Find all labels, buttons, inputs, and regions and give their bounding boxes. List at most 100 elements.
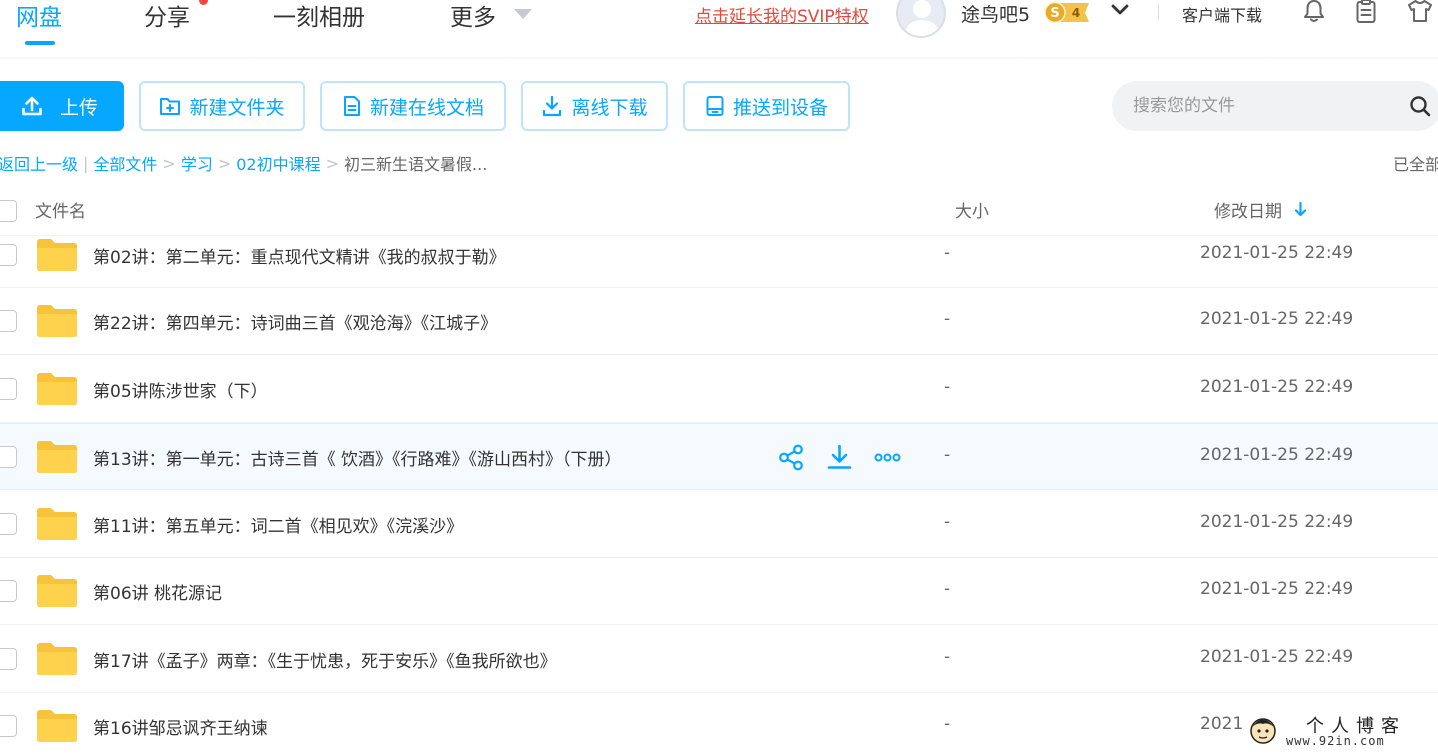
device-icon [706,96,724,116]
folder-icon [37,441,77,474]
file-row[interactable]: 第16讲邹忌讽齐王纳谏 - 2021 [0,693,1438,754]
upload-label: 上传 [59,96,98,119]
share-notification-dot [199,0,208,5]
breadcrumb-divider: | [83,153,89,173]
folder-icon [37,642,77,675]
header-size[interactable]: 大小 [955,197,989,222]
share-icon[interactable] [778,444,805,471]
file-name[interactable]: 第06讲 桃花源记 [93,579,222,604]
breadcrumb-separator: > [217,153,232,173]
nav-tab-album[interactable]: 一刻相册 [273,0,365,32]
folder-icon [37,372,77,405]
file-size: - [944,646,951,667]
row-checkbox[interactable] [0,446,17,469]
file-row[interactable]: 第11讲：第五单元：词二首《相见欢》《浣溪沙》 - 2021-01-25 22:… [0,490,1438,558]
vip-badge-letter: S [1050,6,1059,21]
upload-button[interactable]: 上传 [0,81,124,131]
file-size: - [944,376,951,397]
file-row[interactable]: 第22讲：第四单元：诗词曲三首《观沧海》《江城子》 - 2021-01-25 2… [0,288,1438,355]
file-name[interactable]: 第16讲邹忌讽齐王纳谏 [93,714,268,739]
folder-plus-icon [160,98,181,115]
file-size: - [944,242,951,263]
header-filename[interactable]: 文件名 [35,197,86,222]
new-folder-label: 新建文件夹 [189,96,285,119]
breadcrumb-all-files[interactable]: 全部文件 [93,151,157,175]
file-row[interactable]: 第05讲陈涉世家（下） - 2021-01-25 22:49 [0,355,1438,423]
row-checkbox[interactable] [0,377,17,400]
download-icon[interactable] [826,444,853,471]
avatar[interactable] [896,0,946,38]
select-all-checkbox[interactable] [0,200,17,222]
caret-down-icon[interactable] [514,9,532,19]
nav-tab-more[interactable]: 更多 [450,0,496,32]
svip-renew-link[interactable]: 点击延长我的SVIP特权 [695,2,869,27]
vip-badge-icon[interactable]: S 4 [1043,1,1093,24]
row-checkbox[interactable] [0,512,17,535]
breadcrumb: 返回上一级 | 全部文件 > 学习 > 02初中课程 > 初三新生语文暑假... [0,151,487,175]
row-checkbox[interactable] [0,647,17,670]
offline-download-button[interactable]: 离线下载 [521,81,668,131]
loaded-status: 已全部 [1393,155,1438,174]
row-actions [778,444,901,471]
tshirt-icon[interactable] [1407,0,1433,24]
nav-divider [1158,4,1159,20]
file-modified-date: 2021-01-25 22:49 [1200,309,1354,330]
breadcrumb-study[interactable]: 学习 [181,151,213,175]
file-name[interactable]: 第17讲《孟子》两章：《生于忧患，死于安乐》《鱼我所欲也》 [93,647,557,672]
push-to-device-button[interactable]: 推送到设备 [683,81,850,131]
file-name[interactable]: 第05讲陈涉世家（下） [93,377,268,402]
file-size: - [944,445,951,466]
sort-arrow-down-icon[interactable] [1294,202,1307,217]
chevron-down-icon[interactable] [1110,2,1130,18]
file-row[interactable]: 第02讲：第二单元：重点现代文精讲《我的叔叔于勒》 - 2021-01-25 2… [0,237,1438,288]
file-modified-date: 2021-01-25 22:49 [1200,511,1354,532]
offline-download-label: 离线下载 [571,96,648,119]
file-size: - [944,309,951,330]
folder-icon [37,238,77,271]
more-icon[interactable] [874,444,901,471]
file-name[interactable]: 第22讲：第四单元：诗词曲三首《观沧海》《江城子》 [93,309,497,334]
folder-icon [37,575,77,608]
file-modified-date: 2021-01-25 22:49 [1200,445,1354,466]
breadcrumb-current: 初三新生语文暑假... [344,155,488,174]
new-online-doc-button[interactable]: 新建在线文档 [320,81,506,131]
header-modified[interactable]: 修改日期 [1214,197,1282,222]
nav-tab-netdisk[interactable]: 网盘 [16,0,62,32]
username[interactable]: 途鸟吧5 [961,0,1030,27]
file-modified-date: 2021-01-25 22:49 [1200,376,1354,397]
file-row[interactable]: 第06讲 桃花源记 - 2021-01-25 22:49 [0,558,1438,625]
file-modified-date: 2021-01-25 22:49 [1200,646,1354,667]
watermark-logo-icon [1250,718,1276,744]
breadcrumb-separator: > [162,153,176,173]
file-name[interactable]: 第11讲：第五单元：词二首《相见欢》《浣溪沙》 [93,512,463,537]
bell-icon[interactable] [1301,0,1327,24]
search-icon[interactable] [1408,94,1432,118]
download-icon [543,95,562,117]
search-box[interactable] [1112,81,1438,131]
file-size: - [944,579,951,600]
file-row[interactable]: 第17讲《孟子》两章：《生于忧患，死于安乐》《鱼我所欲也》 - 2021-01-… [0,625,1438,693]
breadcrumb-middle-school[interactable]: 02初中课程 [236,151,320,175]
search-input[interactable] [1133,96,1393,116]
upload-icon [22,96,42,116]
vip-level: 4 [1072,6,1080,20]
top-nav: 网盘 分享 一刻相册 更多 点击延长我的SVIP特权 途鸟吧5 S 4 客户端下… [0,0,1438,60]
row-checkbox[interactable] [0,243,17,266]
file-name[interactable]: 第02讲：第二单元：重点现代文精讲《我的叔叔于勒》 [93,243,506,268]
folder-icon [37,305,77,338]
file-row[interactable]: 第13讲：第一单元：古诗三首《 饮酒》《行路难》《游山西村》（下册） - 202… [0,422,1438,490]
file-modified-date: 2021-01-25 22:49 [1200,242,1354,263]
nav-tab-share[interactable]: 分享 [144,0,190,32]
new-folder-button[interactable]: 新建文件夹 [139,81,305,131]
row-checkbox[interactable] [0,310,17,333]
document-icon [343,96,360,116]
clipboard-icon[interactable] [1353,0,1379,24]
row-checkbox[interactable] [0,580,17,603]
file-name[interactable]: 第13讲：第一单元：古诗三首《 饮酒》《行路难》《游山西村》（下册） [93,445,622,470]
file-size: - [944,511,951,532]
client-download-link[interactable]: 客户端下载 [1182,2,1262,26]
row-checkbox[interactable] [0,715,17,738]
breadcrumb-separator: > [325,153,340,173]
file-size: - [944,714,951,735]
breadcrumb-back-link[interactable]: 返回上一级 [0,151,78,175]
